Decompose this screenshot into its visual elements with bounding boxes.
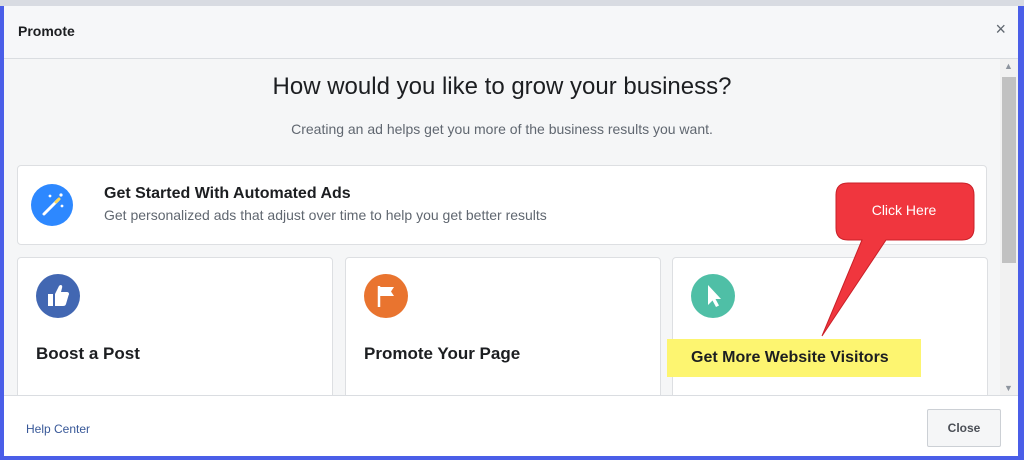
dialog-body: How would you like to grow your business… [4, 59, 1018, 395]
dialog-footer: Help Center Close [4, 395, 1018, 456]
promote-page-card[interactable]: Promote Your Page [345, 257, 661, 395]
help-center-link[interactable]: Help Center [26, 422, 90, 436]
callout-label: Click Here [871, 202, 937, 218]
close-icon[interactable]: × [995, 20, 1006, 38]
magic-wand-icon [31, 184, 73, 226]
page-title: How would you like to grow your business… [272, 73, 732, 100]
scroll-up-arrow-icon[interactable]: ▲ [1004, 61, 1013, 71]
promote-dialog: Promote × How would you like to grow you… [4, 6, 1018, 456]
automated-ads-subtitle: Get personalized ads that adjust over ti… [104, 207, 547, 223]
boost-post-card[interactable]: Boost a Post [17, 257, 333, 395]
cursor-icon [691, 274, 735, 318]
flag-icon [364, 274, 408, 318]
boost-post-label: Boost a Post [36, 344, 140, 363]
promote-page-label: Promote Your Page [364, 344, 521, 363]
dialog-header: Promote × [4, 6, 1018, 59]
thumbs-up-icon [36, 274, 80, 318]
website-visitors-highlight[interactable]: Get More Website Visitors [667, 339, 921, 377]
scroll-down-arrow-icon[interactable]: ▼ [1004, 383, 1013, 393]
scroll-thumb[interactable] [1002, 77, 1016, 263]
dialog-title: Promote [18, 23, 75, 39]
page-subtitle: Creating an ad helps get you more of the… [291, 121, 713, 137]
close-button[interactable]: Close [927, 409, 1001, 447]
scrollbar[interactable]: ▲ ▼ [1000, 59, 1018, 395]
automated-ads-title: Get Started With Automated Ads [104, 185, 351, 202]
website-visitors-label: Get More Website Visitors [691, 349, 889, 366]
